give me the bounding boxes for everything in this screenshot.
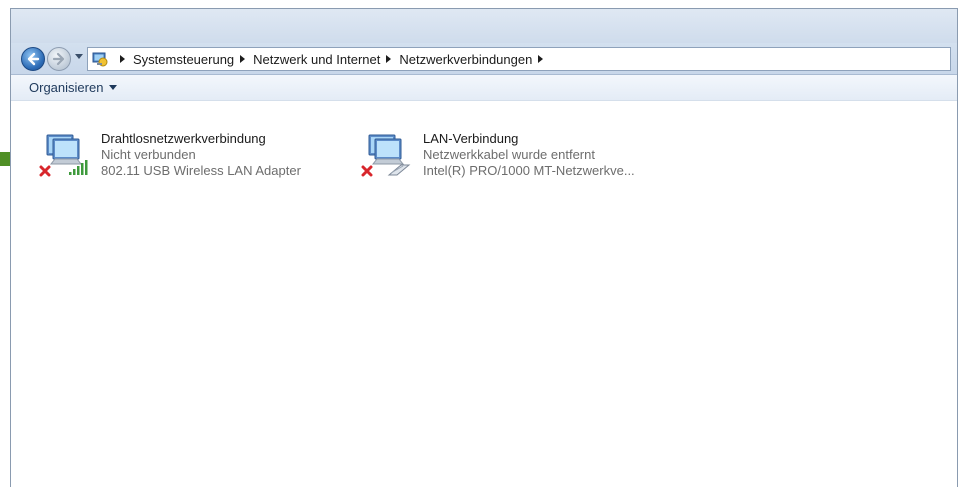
breadcrumb: Systemsteuerung Netzwerk und Internet Ne…: [114, 48, 551, 70]
explorer-window: Systemsteuerung Netzwerk und Internet Ne…: [10, 8, 958, 487]
breadcrumb-separator-icon[interactable]: [120, 55, 125, 63]
connection-item-lan[interactable]: LAN-Verbindung Netzwerkkabel wurde entfe…: [361, 131, 691, 191]
connection-item-wireless[interactable]: Drahtlosnetzwerkverbindung Nicht verbund…: [39, 131, 339, 191]
wireless-network-connection-icon: [39, 134, 88, 177]
control-panel-icon: [92, 52, 108, 67]
forward-arrow-icon: [52, 52, 65, 66]
connection-device: 802.11 USB Wireless LAN Adapter: [101, 163, 301, 178]
connection-status: Nicht verbunden: [101, 147, 196, 162]
connection-device: Intel(R) PRO/1000 MT-Netzwerkve...: [423, 163, 635, 178]
organize-menu-button[interactable]: Organisieren: [29, 80, 118, 95]
breadcrumb-separator-icon[interactable]: [240, 55, 246, 63]
chevron-down-icon: [109, 85, 118, 90]
breadcrumb-systemsteuerung[interactable]: Systemsteuerung: [133, 52, 234, 67]
back-button[interactable]: [21, 47, 45, 71]
command-bar: Organisieren: [11, 75, 957, 101]
breadcrumb-separator-icon[interactable]: [386, 55, 392, 63]
navigation-bar: Systemsteuerung Netzwerk und Internet Ne…: [11, 43, 957, 75]
address-bar[interactable]: Systemsteuerung Netzwerk und Internet Ne…: [87, 47, 951, 71]
lan-connection-icon: [361, 134, 411, 177]
connection-text: Drahtlosnetzwerkverbindung Nicht verbund…: [101, 131, 301, 179]
connection-text: LAN-Verbindung Netzwerkkabel wurde entfe…: [423, 131, 635, 179]
breadcrumb-separator-icon[interactable]: [538, 55, 544, 63]
breadcrumb-netzwerkverbindungen[interactable]: Netzwerkverbindungen: [399, 52, 532, 67]
recent-pages-dropdown[interactable]: [75, 54, 83, 59]
connections-list: Drahtlosnetzwerkverbindung Nicht verbund…: [11, 101, 957, 487]
forward-button[interactable]: [47, 47, 71, 71]
breadcrumb-netzwerk-und-internet[interactable]: Netzwerk und Internet: [253, 52, 380, 67]
connection-name: LAN-Verbindung: [423, 131, 519, 146]
back-arrow-icon: [27, 52, 40, 66]
connection-status: Netzwerkkabel wurde entfernt: [423, 147, 595, 162]
title-bar: [11, 9, 957, 43]
connection-name: Drahtlosnetzwerkverbindung: [101, 131, 266, 146]
organize-label: Organisieren: [29, 80, 104, 95]
